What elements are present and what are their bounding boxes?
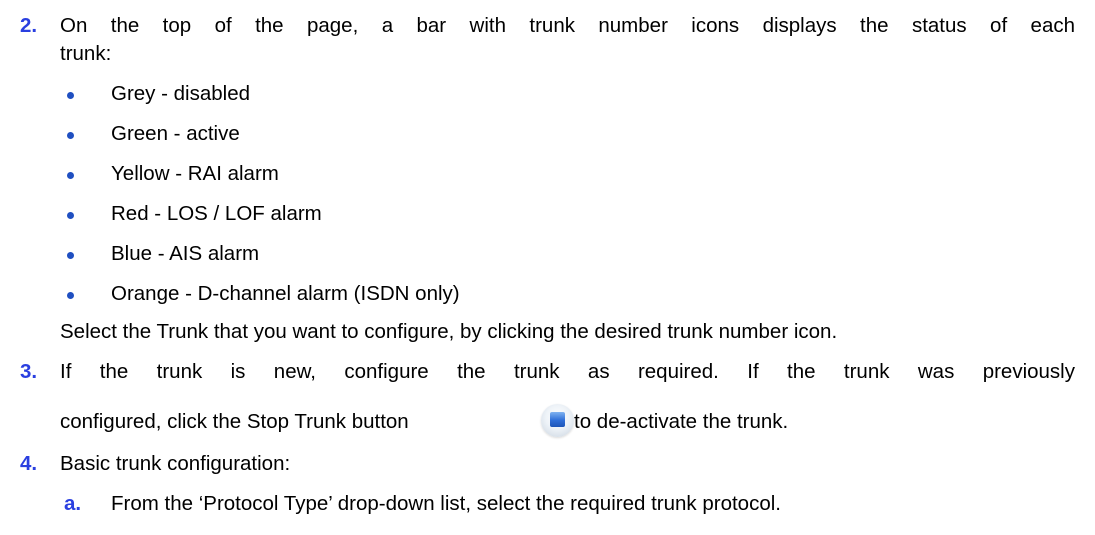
step-text-before-icon: configured, click the Stop Trunk button bbox=[60, 410, 409, 433]
step-text: Basic trunk configuration: bbox=[60, 452, 291, 475]
bullet-icon bbox=[67, 212, 74, 219]
step-number: 3. bbox=[20, 360, 38, 383]
step-text-continued: trunk: bbox=[60, 42, 112, 65]
substep-text: From the ‘Protocol Type’ drop-down list,… bbox=[111, 492, 781, 515]
bullet-icon bbox=[67, 172, 74, 179]
step-text: On the top of the page, a bar with trunk… bbox=[60, 14, 1075, 37]
list-item: Orange - D-channel alarm (ISDN only) bbox=[111, 282, 460, 305]
list-item: Red - LOS / LOF alarm bbox=[111, 202, 322, 225]
step-text: If the trunk is new, configure the trunk… bbox=[60, 360, 1075, 383]
step-number: 4. bbox=[20, 452, 38, 475]
list-item: Yellow - RAI alarm bbox=[111, 162, 279, 185]
list-item: Green - active bbox=[111, 122, 240, 145]
stop-trunk-icon bbox=[541, 404, 574, 437]
list-item: Grey - disabled bbox=[111, 82, 251, 105]
substep-letter: a. bbox=[64, 492, 82, 515]
stop-square-icon bbox=[550, 412, 565, 427]
list-item: Blue - AIS alarm bbox=[111, 242, 260, 265]
step-instruction: Select the Trunk that you want to config… bbox=[60, 320, 838, 343]
bullet-icon bbox=[67, 252, 74, 259]
step-number: 2. bbox=[20, 14, 38, 37]
step-text-after-icon: to de-activate the trunk. bbox=[574, 410, 789, 433]
bullet-icon bbox=[67, 92, 74, 99]
bullet-icon bbox=[67, 132, 74, 139]
bullet-icon bbox=[67, 292, 74, 299]
